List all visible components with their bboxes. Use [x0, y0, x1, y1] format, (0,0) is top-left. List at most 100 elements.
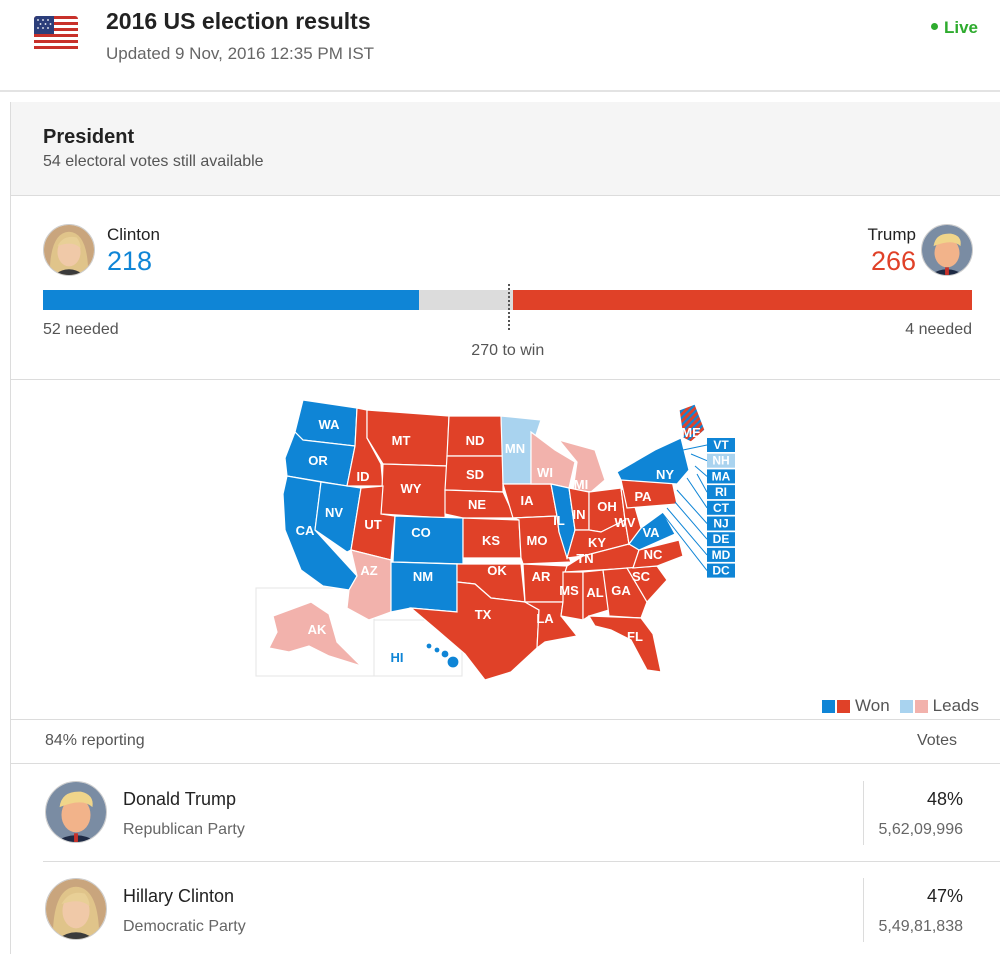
state-label-id: ID	[357, 469, 370, 484]
clinton-avatar	[43, 224, 95, 276]
state-label-fl: FL	[627, 629, 643, 644]
reporting-percent: 84% reporting	[45, 732, 145, 749]
state-label-de: DE	[713, 532, 730, 546]
state-label-ak: AK	[308, 622, 327, 637]
candidate-vote-percent: 47%	[926, 886, 963, 906]
candidate-name: Hillary Clinton	[123, 886, 235, 906]
state-label-me: ME	[681, 425, 701, 440]
candidate-party: Democratic Party	[123, 918, 246, 935]
candidate-vote-count: 5,62,09,996	[878, 821, 963, 838]
column-divider	[863, 878, 864, 942]
state-label-ct: CT	[713, 501, 730, 515]
state-label-al: AL	[586, 585, 603, 600]
clinton-name: Clinton	[107, 225, 160, 244]
state-label-oh: OH	[597, 499, 617, 514]
legend-lead-rep-swatch	[914, 699, 928, 713]
trump-name: Trump	[867, 225, 917, 244]
electoral-tally: Clinton 218 Trump 266 52 needed 4 needed…	[11, 196, 1000, 380]
state-label-ny: NY	[656, 467, 674, 482]
state-label-tn: TN	[576, 551, 593, 566]
state-label-in: IN	[573, 507, 586, 522]
us-map: WA OR CA NV ID MT WY UT AZ CO NM ND SD NE KS OK TX MN IA MO…	[255, 399, 735, 681]
trump-needed: 4 needed	[905, 321, 972, 338]
page-title: 2016 US election results	[106, 8, 371, 34]
state-label-wa: WA	[319, 417, 341, 432]
state-label-ia: IA	[521, 493, 535, 508]
state-label-mt: MT	[392, 433, 411, 448]
legend-won-label: Won	[855, 696, 890, 715]
state-hi-island[interactable]	[433, 646, 441, 654]
candidate-vote-count: 5,49,81,838	[878, 918, 963, 935]
legend-won-rep-swatch	[837, 699, 851, 713]
state-label-ut: UT	[364, 517, 381, 532]
results-card: President 54 electoral votes still avail…	[10, 102, 1000, 954]
state-label-co: CO	[411, 525, 431, 540]
state-label-md: MD	[712, 548, 731, 562]
candidate-row: Hillary Clinton Democratic Party 47% 5,4…	[43, 862, 1000, 954]
state-az[interactable]	[346, 549, 392, 621]
live-badge: Live	[930, 18, 978, 38]
state-label-nh: NH	[712, 454, 729, 468]
section-title: President	[43, 126, 135, 148]
state-label-vt: VT	[713, 438, 729, 452]
state-label-ok: OK	[487, 563, 507, 578]
clinton-bar-fill	[43, 290, 420, 310]
state-label-ar: AR	[532, 569, 551, 584]
state-label-sc: SC	[632, 569, 651, 584]
state-label-va: VA	[642, 525, 660, 540]
state-label-ca: CA	[296, 523, 315, 538]
state-hi-island[interactable]	[440, 649, 450, 659]
state-label-nc: NC	[644, 547, 663, 562]
state-label-nm: NM	[413, 569, 433, 584]
state-label-wv: WV	[615, 515, 636, 530]
column-divider	[863, 781, 864, 845]
state-hi-island[interactable]	[425, 642, 433, 650]
win-threshold-line	[507, 284, 510, 330]
section-subtitle: 54 electoral votes still available	[43, 153, 264, 170]
candidate-name: Donald Trump	[123, 789, 237, 809]
state-label-il: IL	[553, 513, 565, 528]
state-label-la: LA	[536, 611, 554, 626]
leader-line-de	[674, 501, 708, 540]
state-label-ne: NE	[468, 497, 486, 512]
state-co[interactable]	[392, 515, 464, 565]
leader-line-ma	[694, 465, 708, 477]
page-header: 2016 US election results Updated 9 Nov, …	[0, 0, 1000, 92]
state-label-nj: NJ	[713, 517, 728, 531]
state-label-nv: NV	[325, 505, 343, 520]
state-label-ky: KY	[588, 535, 606, 550]
leader-line-vt	[682, 444, 708, 451]
state-label-az: AZ	[360, 563, 377, 578]
live-label: Live	[943, 18, 978, 37]
state-label-hi: HI	[391, 650, 404, 665]
state-label-ga: GA	[611, 583, 631, 598]
state-label-tx: TX	[475, 607, 492, 622]
trump-avatar	[45, 781, 107, 843]
reporting-header: 84% reporting Votes	[11, 720, 1000, 764]
trump-electoral-votes: 266	[870, 246, 916, 276]
state-label-pa: PA	[634, 489, 652, 504]
live-dot-icon	[930, 23, 938, 31]
votes-column-header: Votes	[916, 732, 957, 749]
updated-timestamp: Updated 9 Nov, 2016 12:35 PM IST	[106, 44, 375, 63]
state-hi-island[interactable]	[446, 655, 460, 669]
state-ny[interactable]	[616, 437, 690, 485]
state-label-ri: RI	[715, 485, 727, 499]
clinton-avatar	[45, 878, 107, 940]
clinton-electoral-votes: 218	[107, 246, 153, 276]
clinton-needed: 52 needed	[43, 321, 119, 338]
state-label-ms: MS	[559, 583, 579, 598]
legend-won-dem-swatch	[822, 699, 836, 713]
state-label-wy: WY	[401, 481, 422, 496]
state-label-nd: ND	[466, 433, 485, 448]
electoral-map: WA OR CA NV ID MT WY UT AZ CO NM ND SD NE KS OK TX MN IA MO…	[11, 380, 1000, 720]
state-label-mo: MO	[527, 533, 548, 548]
state-label-mi: MI	[574, 477, 588, 492]
state-label-wi: WI	[537, 465, 553, 480]
state-fl[interactable]	[587, 615, 662, 673]
win-threshold-label: 270 to win	[471, 342, 545, 359]
legend-lead-dem-swatch	[899, 699, 913, 713]
state-label-dc: DC	[712, 564, 730, 578]
map-legend: Won Leads	[822, 696, 979, 716]
candidate-row: Donald Trump Republican Party 48% 5,62,0…	[43, 765, 1000, 862]
